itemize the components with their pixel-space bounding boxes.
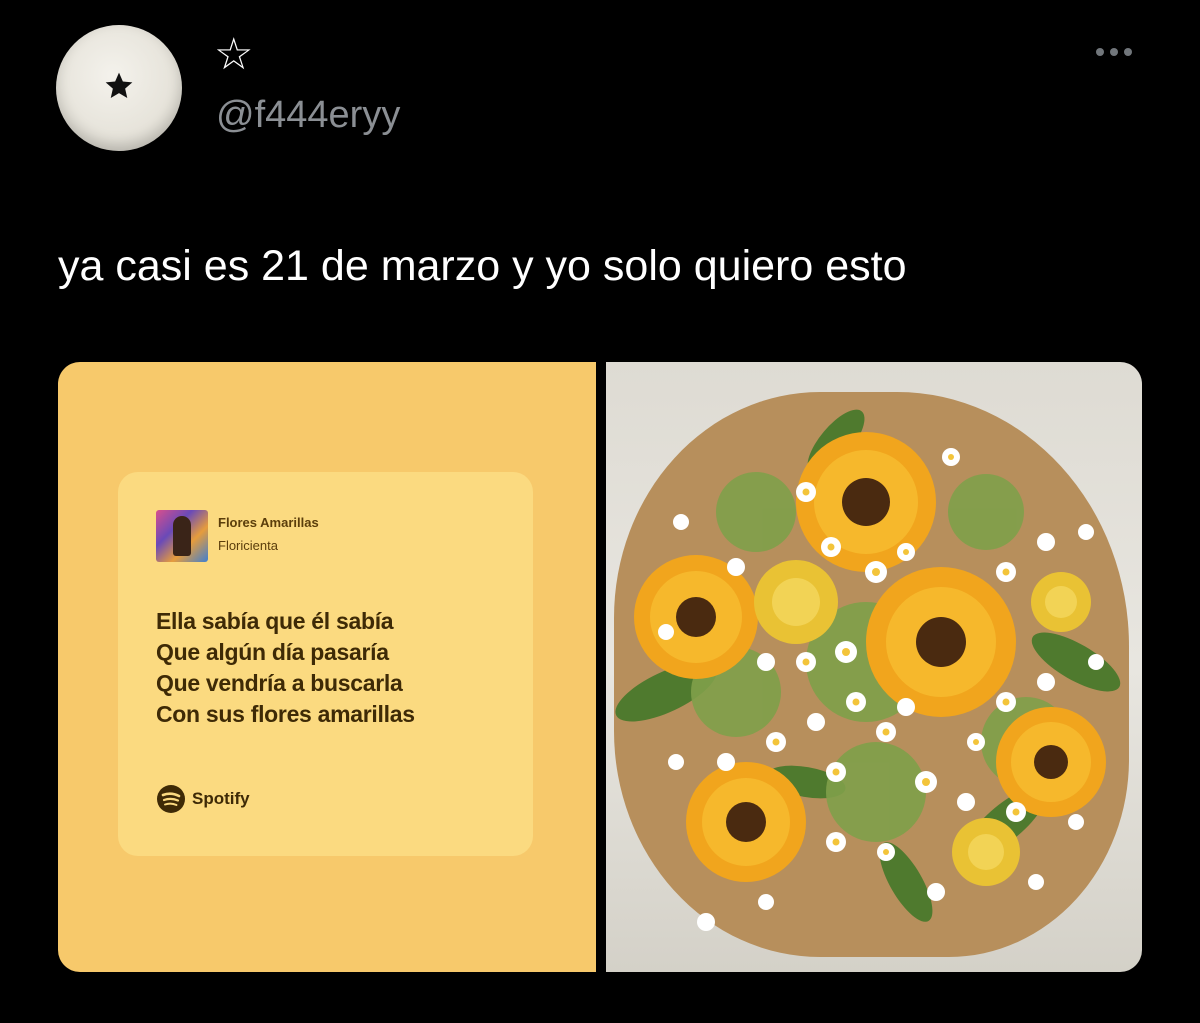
ellipsis-icon [1124,48,1132,56]
display-name[interactable]: ☆ [214,30,253,80]
avatar[interactable] [56,25,182,151]
bouquet-photo[interactable] [606,362,1142,972]
lyric-line: Que vendría a buscarla [156,670,403,696]
spotify-lyric-card: Flores Amarillas Floricienta Ella sabía … [118,472,533,856]
lyric-line: Con sus flores amarillas [156,701,415,727]
lyric-line: Que algún día pasaría [156,639,389,665]
lyric-image[interactable]: Flores Amarillas Floricienta Ella sabía … [58,362,596,972]
more-options-button[interactable] [1096,42,1140,62]
ellipsis-icon [1096,48,1104,56]
spotify-icon [157,785,185,813]
album-cover [156,510,208,562]
lyrics: Ella sabía que él sabía Que algún día pa… [156,606,516,730]
song-artist: Floricienta [218,538,278,553]
media-divider [596,362,606,972]
tweet-media[interactable]: Flores Amarillas Floricienta Ella sabía … [58,362,1142,972]
spotify-label: Spotify [192,789,250,808]
spotify-logo: Spotify [156,784,250,814]
user-handle[interactable]: @f444eryy [216,92,400,138]
star-icon [105,72,133,98]
tweet-text: ya casi es 21 de marzo y yo solo quiero … [58,242,907,290]
ellipsis-icon [1110,48,1118,56]
lyric-line: Ella sabía que él sabía [156,608,394,634]
song-title: Flores Amarillas [218,515,319,530]
